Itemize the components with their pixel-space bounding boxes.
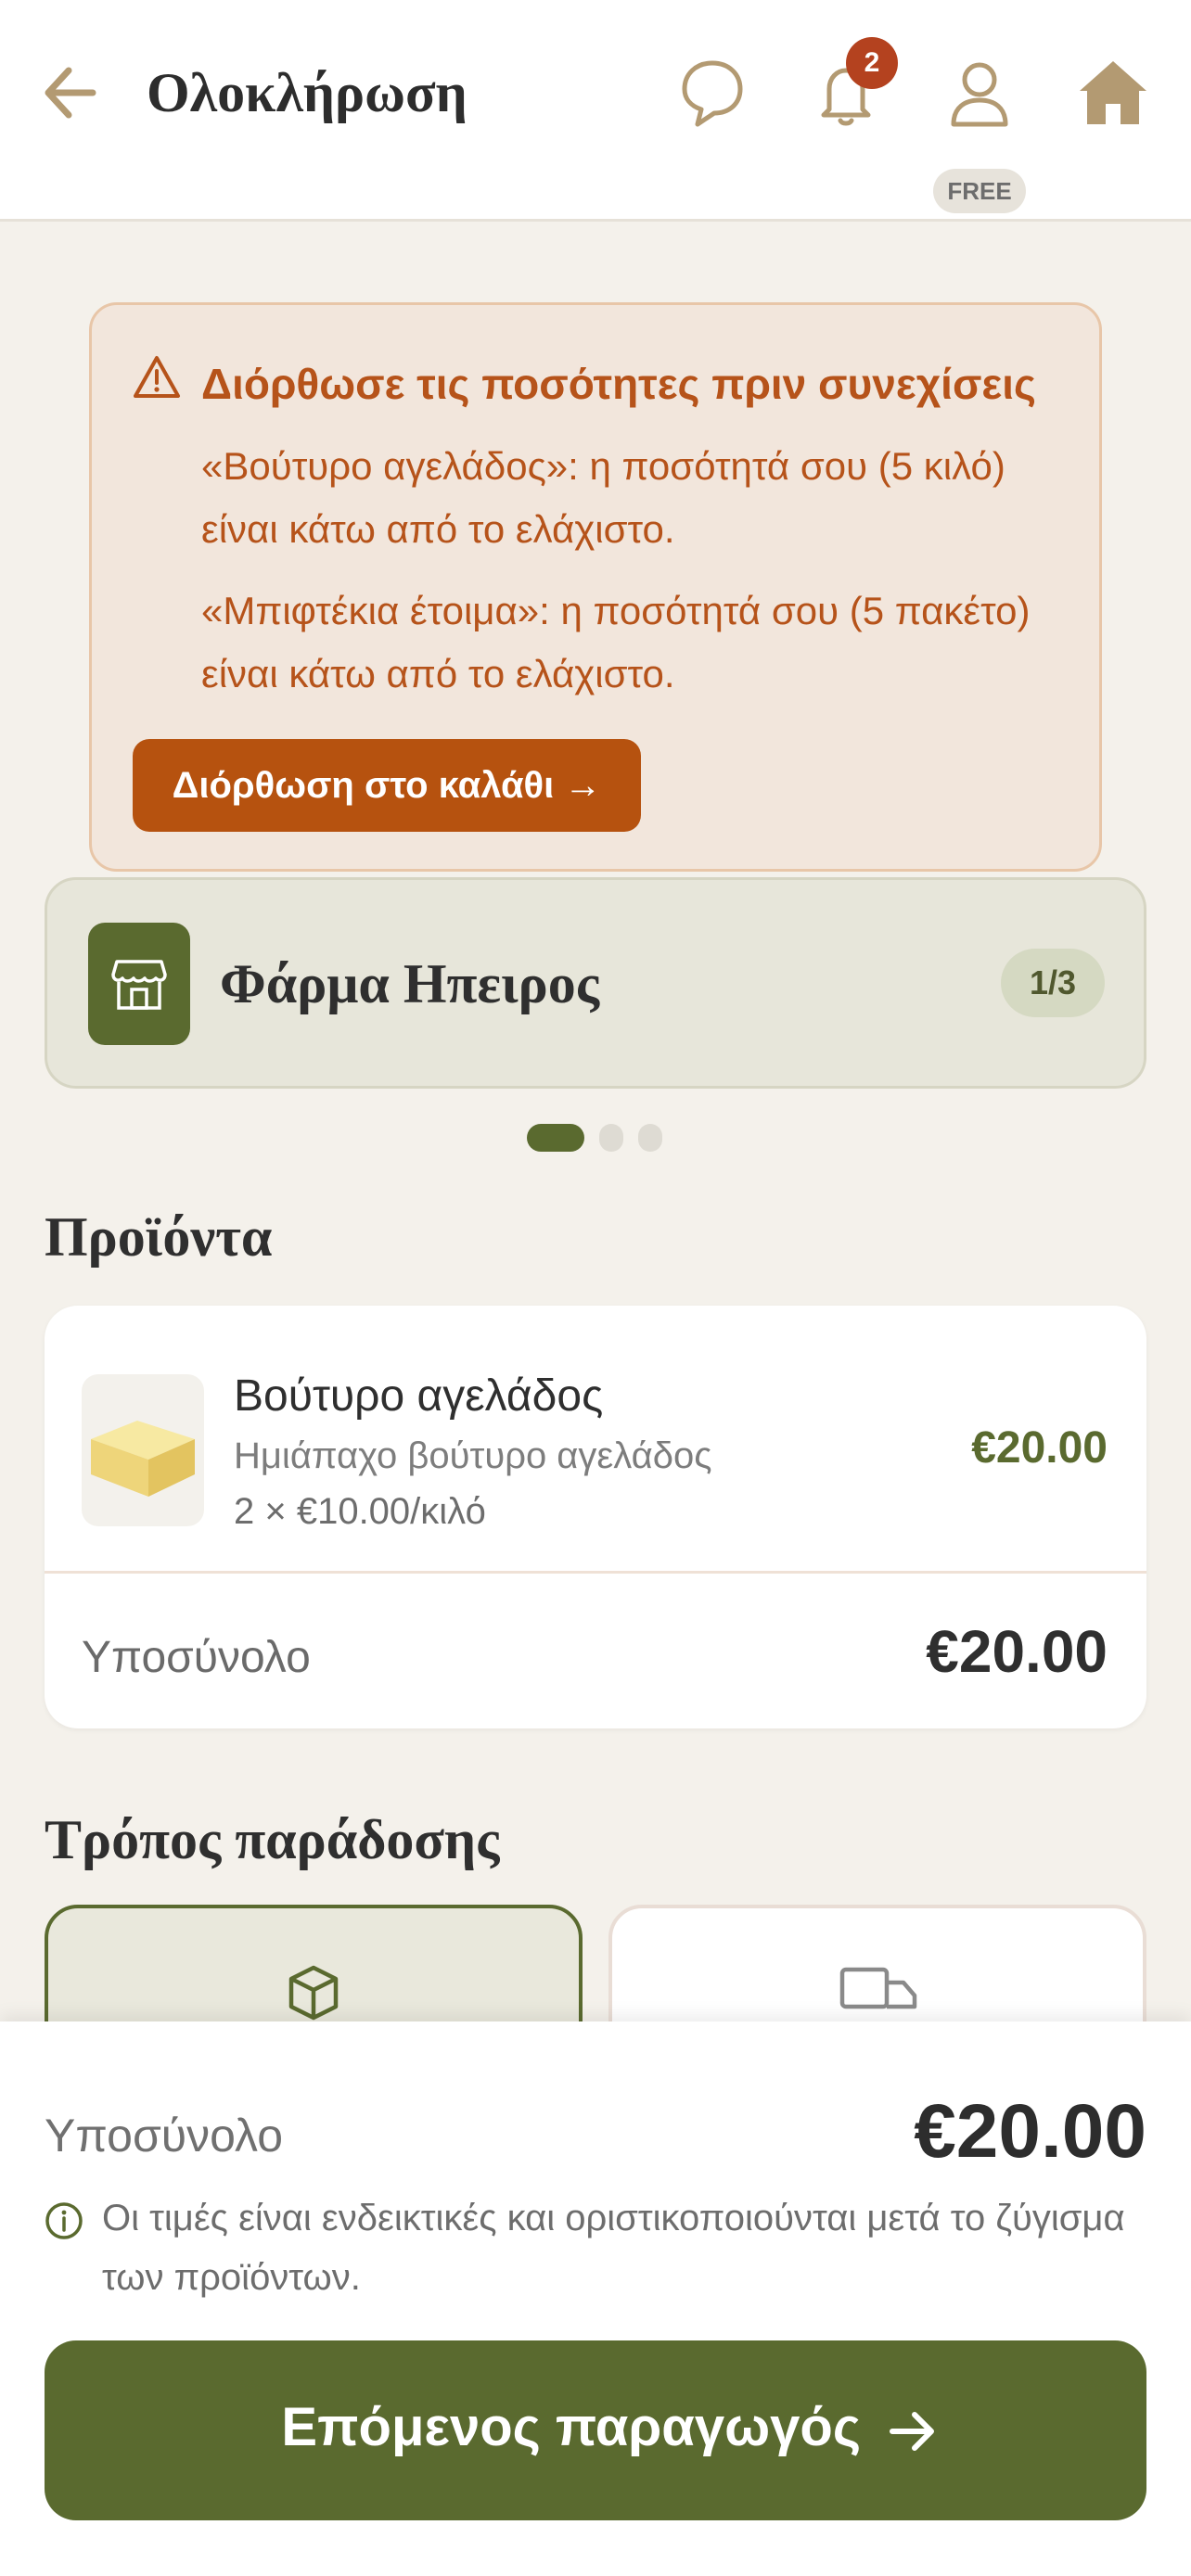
checkout-summary-panel: Υποσύνολο €20.00 Οι τιμές είναι ενδεικτι… — [0, 2021, 1191, 2576]
price-disclaimer-text: Οι τιμές είναι ενδεικτικές και οριστικοπ… — [102, 2198, 1125, 2298]
carousel-dot[interactable] — [638, 1124, 662, 1152]
alert-message: «Μπιφτέκια έτοιμα»: η ποσότητά σου (5 πα… — [201, 589, 1031, 695]
carousel-dot[interactable] — [599, 1124, 623, 1152]
package-box-icon — [288, 1965, 339, 2021]
arrow-right-icon — [890, 2412, 934, 2451]
delivery-section-title: Τρόπος παράδοσης — [45, 1809, 500, 1870]
fix-in-cart-button[interactable]: Διόρθωση στο καλάθι → — [133, 739, 641, 832]
delivery-truck-icon — [839, 1967, 917, 2009]
products-subtotal-value: €20.00 — [926, 1618, 1108, 1685]
storefront-icon — [88, 923, 190, 1045]
divider — [45, 1571, 1146, 1574]
plan-badge: FREE — [933, 169, 1026, 213]
warning-triangle-icon — [133, 353, 181, 402]
summary-subtotal-label: Υποσύνολο — [45, 2110, 284, 2162]
user-profile-icon[interactable] — [941, 54, 1018, 132]
product-description: Ημιάπαχο βούτυρο αγελάδος — [234, 1435, 712, 1476]
products-card: Βούτυρο αγελάδος Ημιάπαχο βούτυρο αγελάδ… — [45, 1306, 1146, 1728]
producer-card[interactable]: Φάρμα Ηπειρος 1/3 — [45, 877, 1146, 1089]
producer-name: Φάρμα Ηπειρος — [220, 953, 600, 1014]
summary-subtotal-value: €20.00 — [914, 2089, 1146, 2174]
notification-count-badge: 2 — [846, 37, 898, 89]
product-name: Βούτυρο αγελάδος — [234, 1371, 604, 1421]
alert-title: Διόρθωσε τις ποσότητες πριν συνεχίσεις — [201, 360, 1036, 408]
producer-pager: 1/3 — [1001, 949, 1105, 1017]
app-header: Ολοκλήρωση 2 FREE — [0, 0, 1191, 222]
products-subtotal-label: Υποσύνολο — [82, 1633, 311, 1682]
info-icon — [45, 2201, 83, 2240]
page-title: Ολοκλήρωση — [147, 62, 467, 123]
products-section-title: Προϊόντα — [45, 1206, 273, 1268]
quantity-warning-alert: Διόρθωσε τις ποσότητες πριν συνεχίσεις «… — [89, 302, 1102, 872]
carousel-dot-active[interactable] — [527, 1124, 584, 1152]
chat-bubble-icon[interactable] — [673, 54, 751, 132]
alert-message: «Βούτυρο αγελάδος»: η ποσότητά σου (5 κι… — [201, 444, 1005, 551]
back-arrow-icon[interactable] — [37, 56, 111, 130]
product-price: €20.00 — [971, 1423, 1108, 1473]
product-image — [82, 1374, 204, 1526]
product-quantity: 2 × €10.00/κιλό — [234, 1491, 486, 1532]
home-icon[interactable] — [1074, 54, 1152, 132]
next-producer-button[interactable]: Επόμενος παραγωγός — [45, 2340, 1146, 2520]
next-producer-label: Επόμενος παραγωγός — [281, 2397, 861, 2457]
